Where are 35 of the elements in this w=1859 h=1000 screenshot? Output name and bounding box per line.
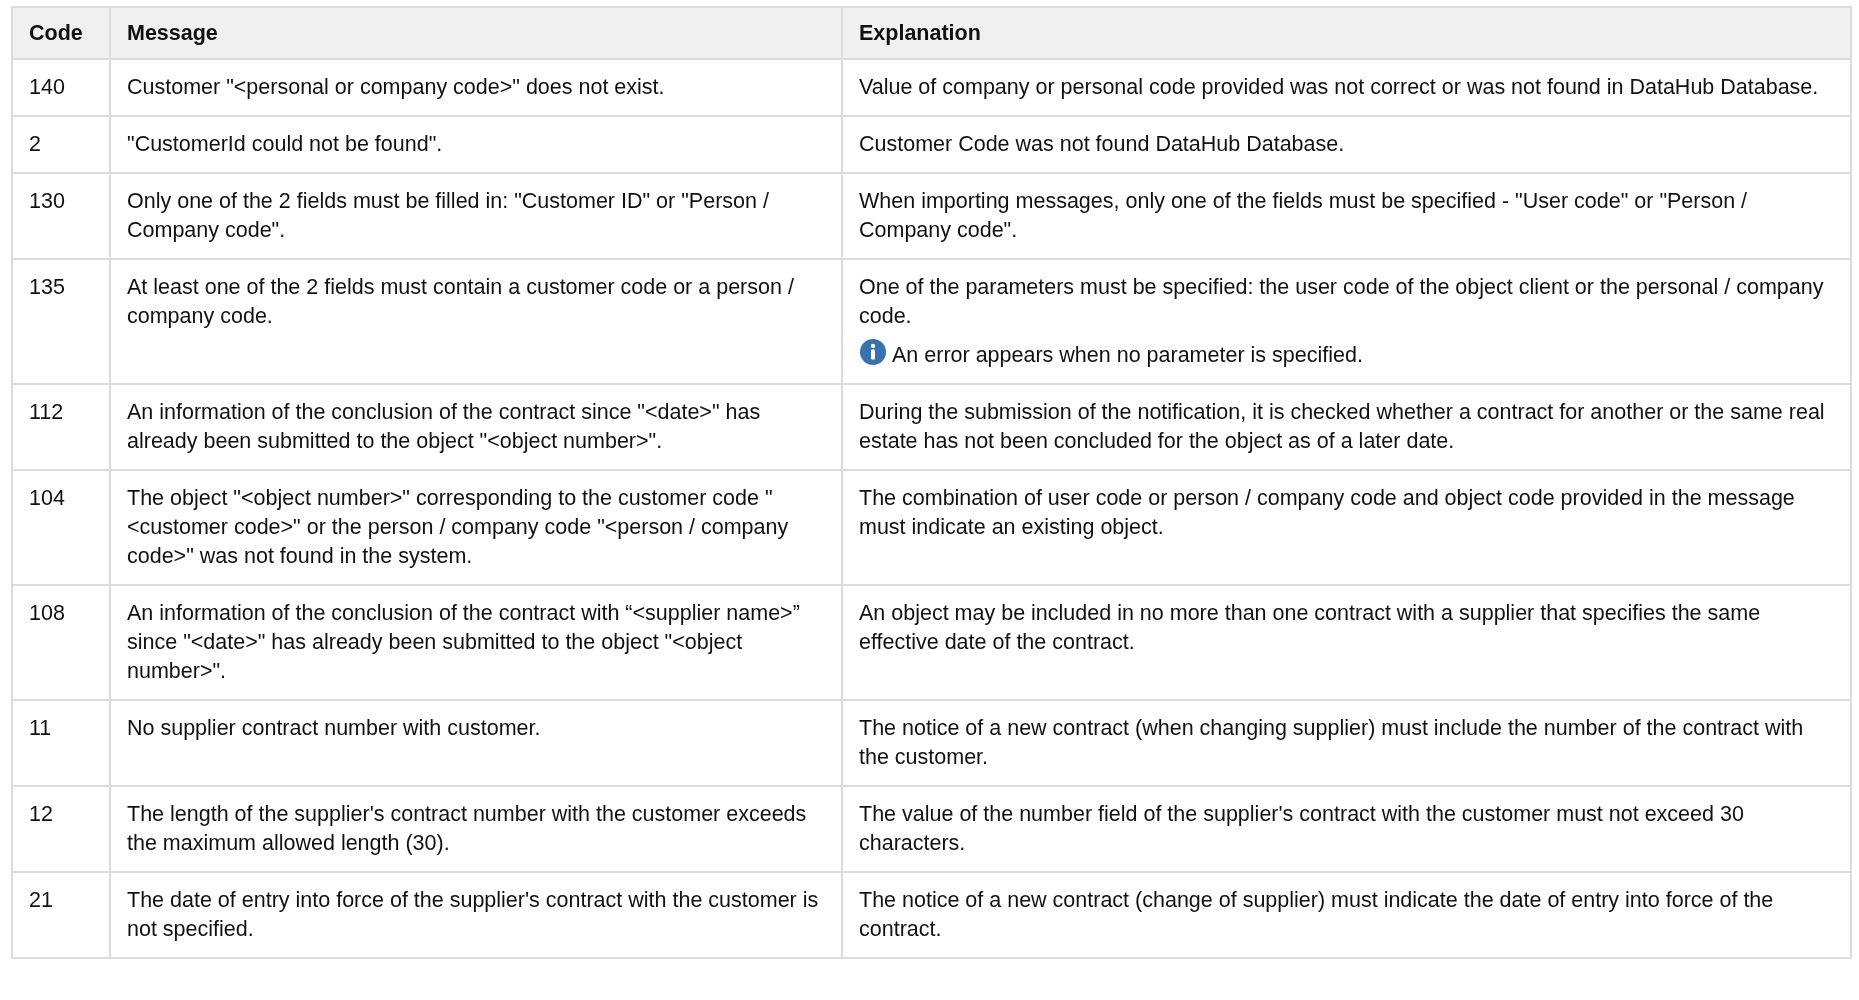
explanation-text: The notice of a new contract (change of supplier) must indicate the date of entry into force of the contract. [859,887,1775,943]
message-cell: The object "<object number>" corresponding to the customer code "<customer code>" or the person / company code "<person / company code>" was not found in the system. [110,470,842,585]
explanation-text: When importing messages, only one of the fields must be specified - "User code" or "Person / Company code". [859,188,1749,244]
message-cell: "CustomerId could not be found". [110,116,842,173]
column-header: Code [12,7,110,59]
explanation-text: An object may be included in no more than one contract with a supplier that specifies the same effective date of the contract. [859,600,1762,656]
explanation-text: Customer Code was not found DataHub Database. [859,131,1346,158]
code-cell: 140 [12,59,110,116]
note-text: An error appears when no parameter is specified. [892,342,1363,369]
explanation-text: The value of the number field of the supplier's contract with the customer must not exceed 30 characters. [859,801,1745,857]
message-cell: No supplier contract number with customer. [110,700,842,786]
explanation-text: During the submission of the notification, it is checked whether a contract for another or the same real estate has not been concluded for the object as of a later date. [859,399,1826,455]
code-cell: 108 [12,585,110,700]
message-cell: An information of the conclusion of the contract since "<date>" has already been submitted to the object "<object number>". [110,384,842,470]
code-cell: 112 [12,384,110,470]
column-header: Explanation [842,7,1851,59]
message-cell: The length of the supplier's contract number with the customer exceeds the maximum allowed length (30). [110,786,842,872]
explanation-text: One of the parameters must be specified: the user code of the object client or the personal / company code. [859,274,1825,330]
column-header: Message [110,7,842,59]
code-cell: 21 [12,872,110,958]
code-cell: 11 [12,700,110,786]
message-cell: The date of entry into force of the supplier's contract with the customer is not specified. [110,872,842,958]
message-cell: At least one of the 2 fields must contain a customer code or a person / company code. [110,259,842,384]
code-cell: 104 [12,470,110,585]
message-cell: Customer "<personal or company code>" does not exist. [110,59,842,116]
code-cell: 135 [12,259,110,384]
explanation-text: The combination of user code or person / company code and object code provided in the message must indicate an existing object. [859,485,1796,541]
code-cell: 130 [12,173,110,259]
code-cell: 12 [12,786,110,872]
code-cell: 2 [12,116,110,173]
message-cell: An information of the conclusion of the contract with “<supplier name>” since "<date>" has already been submitted to the object "<object number>". [110,585,842,700]
message-cell: Only one of the 2 fields must be filled in: "Customer ID" or "Person / Company code". [110,173,842,259]
explanation-text: Value of company or personal code provided was not correct or was not found in DataHub Database. [859,74,1820,101]
explanation-text: The notice of a new contract (when changing supplier) must include the number of the contract with the customer. [859,715,1805,771]
info-icon [859,338,887,366]
